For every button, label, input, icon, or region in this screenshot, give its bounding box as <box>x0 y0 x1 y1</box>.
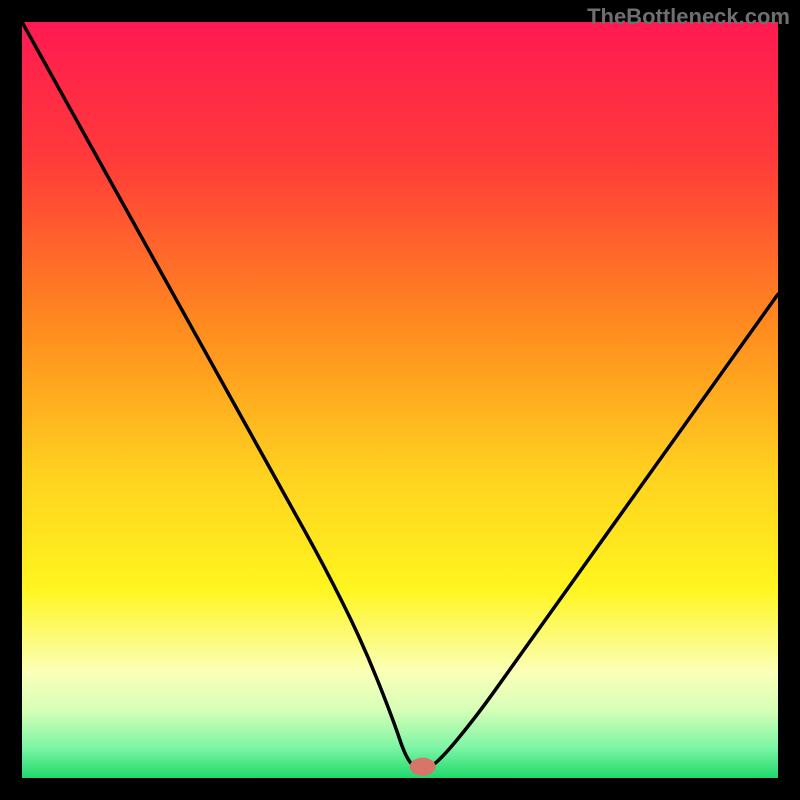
plot-area <box>22 22 778 778</box>
optimum-marker <box>410 758 436 776</box>
watermark-label: TheBottleneck.com <box>587 4 790 30</box>
gradient-background <box>22 22 778 778</box>
chart-container: TheBottleneck.com <box>0 0 800 800</box>
chart-svg <box>22 22 778 778</box>
